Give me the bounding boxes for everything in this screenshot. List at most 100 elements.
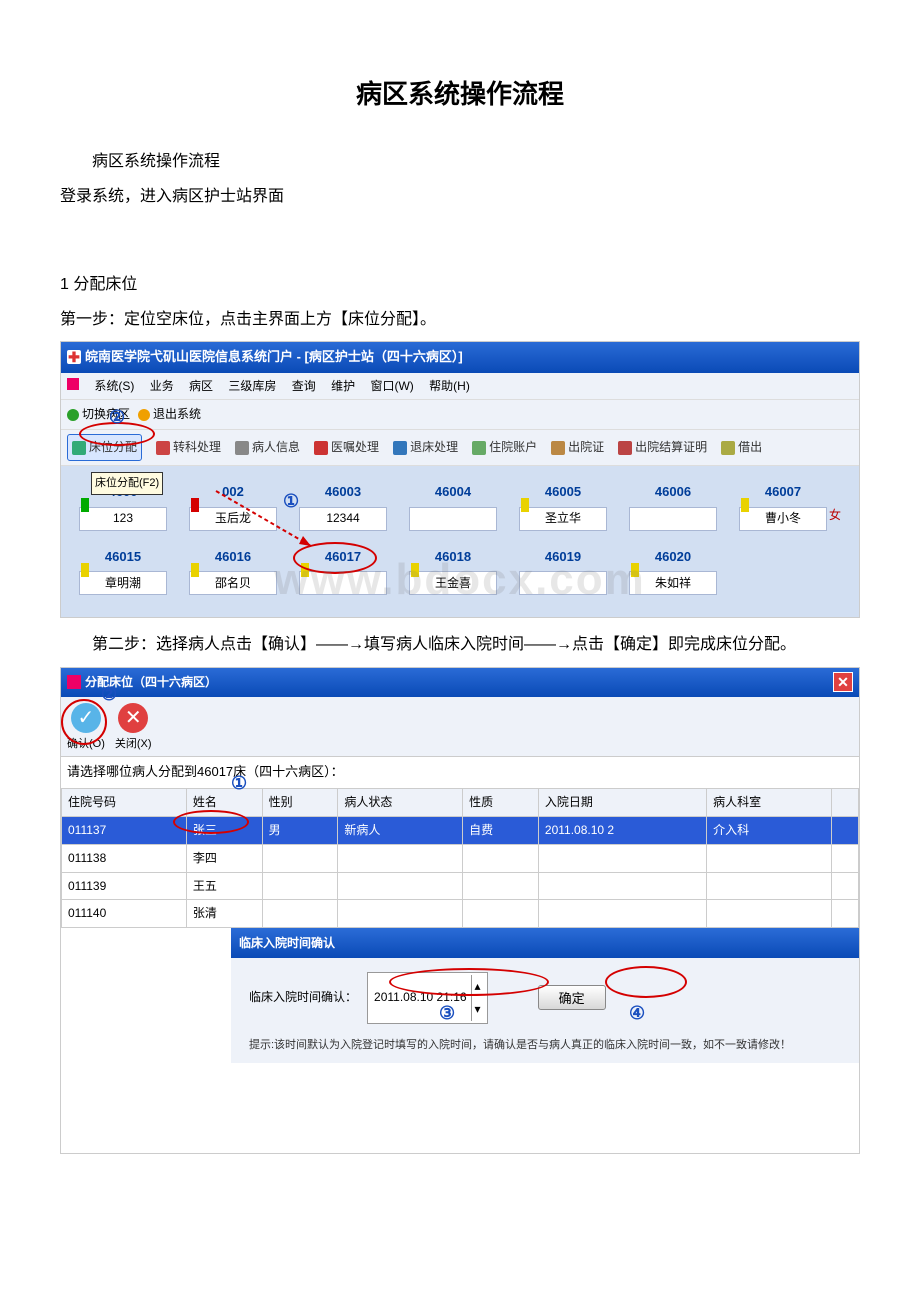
bed-cell[interactable]: 46015章明潮 bbox=[79, 545, 167, 596]
doc-title: 病区系统操作流程 bbox=[60, 70, 860, 119]
bed-status-tag bbox=[191, 498, 199, 512]
table-cell bbox=[538, 900, 706, 928]
bed-row: 4600123002玉后龙46003123444600446005圣立华4600… bbox=[71, 480, 849, 531]
table-cell bbox=[832, 872, 859, 900]
bed-grid-area: 4600123002玉后龙46003123444600446005圣立华4600… bbox=[61, 466, 859, 617]
table-cell: 011139 bbox=[62, 872, 187, 900]
transfer-button[interactable]: 转科处理 bbox=[156, 436, 221, 459]
close-icon[interactable]: ✕ bbox=[833, 672, 853, 692]
bed-patient-name: 圣立华 bbox=[519, 507, 607, 531]
para-step-2: 第二步：选择病人点击【确认】——→填写病人临床入院时间——→点击【确定】即完成床… bbox=[60, 630, 860, 660]
order-label: 医嘱处理 bbox=[331, 436, 379, 459]
discharge-bed-icon bbox=[393, 441, 407, 455]
confirm-label: 确认(O) bbox=[67, 734, 105, 755]
table-cell: 张三 bbox=[186, 816, 262, 844]
time-label: 临床入院时间确认： bbox=[249, 986, 357, 1009]
confirm-button[interactable]: 确认(O) bbox=[67, 703, 105, 755]
account-button[interactable]: 住院账户 bbox=[472, 436, 537, 459]
switch-ward-button[interactable]: 切换病区 bbox=[67, 403, 130, 426]
table-row[interactable]: 011137张三男新病人自费2011.08.10 2介入科 bbox=[62, 816, 859, 844]
para-step-1: 第一步：定位空床位，点击主界面上方【床位分配】。 bbox=[60, 305, 860, 335]
order-button[interactable]: 医嘱处理 bbox=[314, 436, 379, 459]
menu-stock[interactable]: 三级库房 bbox=[228, 379, 276, 393]
patient-info-button[interactable]: 病人信息 bbox=[235, 436, 300, 459]
dialog-prompt: 请选择哪位病人分配到46017床（四十六病区）： bbox=[61, 757, 859, 788]
table-cell bbox=[832, 816, 859, 844]
patient-table[interactable]: 住院号码 姓名 性别 病人状态 性质 入院日期 病人科室 011137张三男新病… bbox=[61, 788, 859, 928]
table-cell: 自费 bbox=[463, 816, 539, 844]
bed-patient-name: 章明潮 bbox=[79, 571, 167, 595]
ok-button[interactable]: 确定 bbox=[538, 985, 606, 1010]
col-id: 住院号码 bbox=[62, 789, 187, 817]
cancel-button[interactable]: 关闭(X) bbox=[115, 703, 152, 755]
table-cell bbox=[463, 872, 539, 900]
bed-cell[interactable]: 002玉后龙 bbox=[189, 480, 277, 531]
menu-window[interactable]: 窗口(W) bbox=[370, 379, 413, 393]
window-title-text: 皖南医学院弋矶山医院信息系统门户 - [病区护士站（四十六病区）] bbox=[85, 345, 463, 370]
table-row[interactable]: 011140张清 bbox=[62, 900, 859, 928]
table-header-row: 住院号码 姓名 性别 病人状态 性质 入院日期 病人科室 bbox=[62, 789, 859, 817]
toolbar-secondary: 床位分配 转科处理 病人信息 医嘱处理 退床处理 住院账户 出院证 出院结算证 bbox=[61, 430, 859, 466]
bed-cell[interactable]: 46004 bbox=[409, 480, 497, 531]
bill-cert-button[interactable]: 出院结算证明 bbox=[618, 436, 707, 459]
time-input[interactable]: 2011.08.10 21:16 ▴▾ bbox=[367, 972, 488, 1024]
bed-cell[interactable]: 46007曹小冬女 bbox=[739, 480, 827, 531]
table-cell: 王五 bbox=[186, 872, 262, 900]
borrow-label: 借出 bbox=[738, 436, 762, 459]
table-cell bbox=[707, 844, 832, 872]
discharge-cert-label: 出院证 bbox=[568, 436, 604, 459]
window-title-bar: ✚ 皖南医学院弋矶山医院信息系统门户 - [病区护士站（四十六病区）] bbox=[61, 342, 859, 373]
menu-business[interactable]: 业务 bbox=[150, 379, 174, 393]
cancel-label: 关闭(X) bbox=[115, 734, 152, 755]
discharge-cert-button[interactable]: 出院证 bbox=[551, 436, 604, 459]
bed-cell[interactable]: 4600312344 bbox=[299, 480, 387, 531]
table-cell: 011138 bbox=[62, 844, 187, 872]
bed-cell[interactable]: 46006 bbox=[629, 480, 717, 531]
bed-number: 002 bbox=[189, 480, 277, 505]
table-cell: 李四 bbox=[186, 844, 262, 872]
bed-patient-name bbox=[629, 507, 717, 531]
menu-system[interactable]: 系统(S) bbox=[94, 379, 134, 393]
table-row[interactable]: 011139王五 bbox=[62, 872, 859, 900]
bed-status-tag bbox=[81, 498, 89, 512]
spinner-icon[interactable]: ▴▾ bbox=[471, 975, 481, 1021]
exit-system-button[interactable]: 退出系统 bbox=[138, 403, 201, 426]
bed-cell[interactable]: 46016邵名贝 bbox=[189, 545, 277, 596]
discharge-bed-button[interactable]: 退床处理 bbox=[393, 436, 458, 459]
bed-status-tag bbox=[741, 498, 749, 512]
bed-patient-name: 邵名贝 bbox=[189, 571, 277, 595]
screenshot-assign-dialog: 分配床位（四十六病区） ✕ 确认(O) 关闭(X) ② 请选择哪位病人分配到46… bbox=[60, 667, 860, 1154]
table-cell: 2011.08.10 2 bbox=[538, 816, 706, 844]
bed-assign-button[interactable]: 床位分配 bbox=[67, 434, 142, 461]
menu-query[interactable]: 查询 bbox=[292, 379, 316, 393]
menu-ward[interactable]: 病区 bbox=[189, 379, 213, 393]
dialog-title-text: 分配床位（四十六病区） bbox=[85, 671, 217, 694]
menu-maintain[interactable]: 维护 bbox=[331, 379, 355, 393]
menu-bar[interactable]: 系统(S) 业务 病区 三级库房 查询 维护 窗口(W) 帮助(H) bbox=[61, 373, 859, 401]
bed-number: 46016 bbox=[189, 545, 277, 570]
confirm-icon bbox=[71, 703, 101, 733]
table-row[interactable]: 011138李四 bbox=[62, 844, 859, 872]
dialog-title-bar: 分配床位（四十六病区） ✕ bbox=[61, 668, 859, 697]
col-name: 姓名 bbox=[186, 789, 262, 817]
screenshot-main-window: ✚ 皖南医学院弋矶山医院信息系统门户 - [病区护士站（四十六病区）] 系统(S… bbox=[60, 341, 860, 618]
borrow-icon bbox=[721, 441, 735, 455]
bed-assign-icon bbox=[72, 441, 86, 455]
bed-gender: 女 bbox=[829, 504, 841, 527]
col-state: 病人状态 bbox=[338, 789, 463, 817]
col-dept: 病人科室 bbox=[707, 789, 832, 817]
bed-cell[interactable]: 46005圣立华 bbox=[519, 480, 607, 531]
table-cell bbox=[538, 844, 706, 872]
menu-help[interactable]: 帮助(H) bbox=[429, 379, 470, 393]
time-dialog-tip: 提示:该时间默认为入院登记时填写的入院时间，请确认是否与病人真正的临床入院时间一… bbox=[249, 1038, 841, 1053]
table-cell: 011137 bbox=[62, 816, 187, 844]
borrow-button[interactable]: 借出 bbox=[721, 436, 762, 459]
table-cell bbox=[463, 900, 539, 928]
table-cell bbox=[538, 872, 706, 900]
switch-ward-label: 切换病区 bbox=[82, 403, 130, 426]
bill-cert-label: 出院结算证明 bbox=[635, 436, 707, 459]
bill-cert-icon bbox=[618, 441, 632, 455]
table-cell: 新病人 bbox=[338, 816, 463, 844]
exit-icon bbox=[138, 409, 150, 421]
bed-assign-tooltip: 床位分配(F2) bbox=[91, 472, 163, 495]
